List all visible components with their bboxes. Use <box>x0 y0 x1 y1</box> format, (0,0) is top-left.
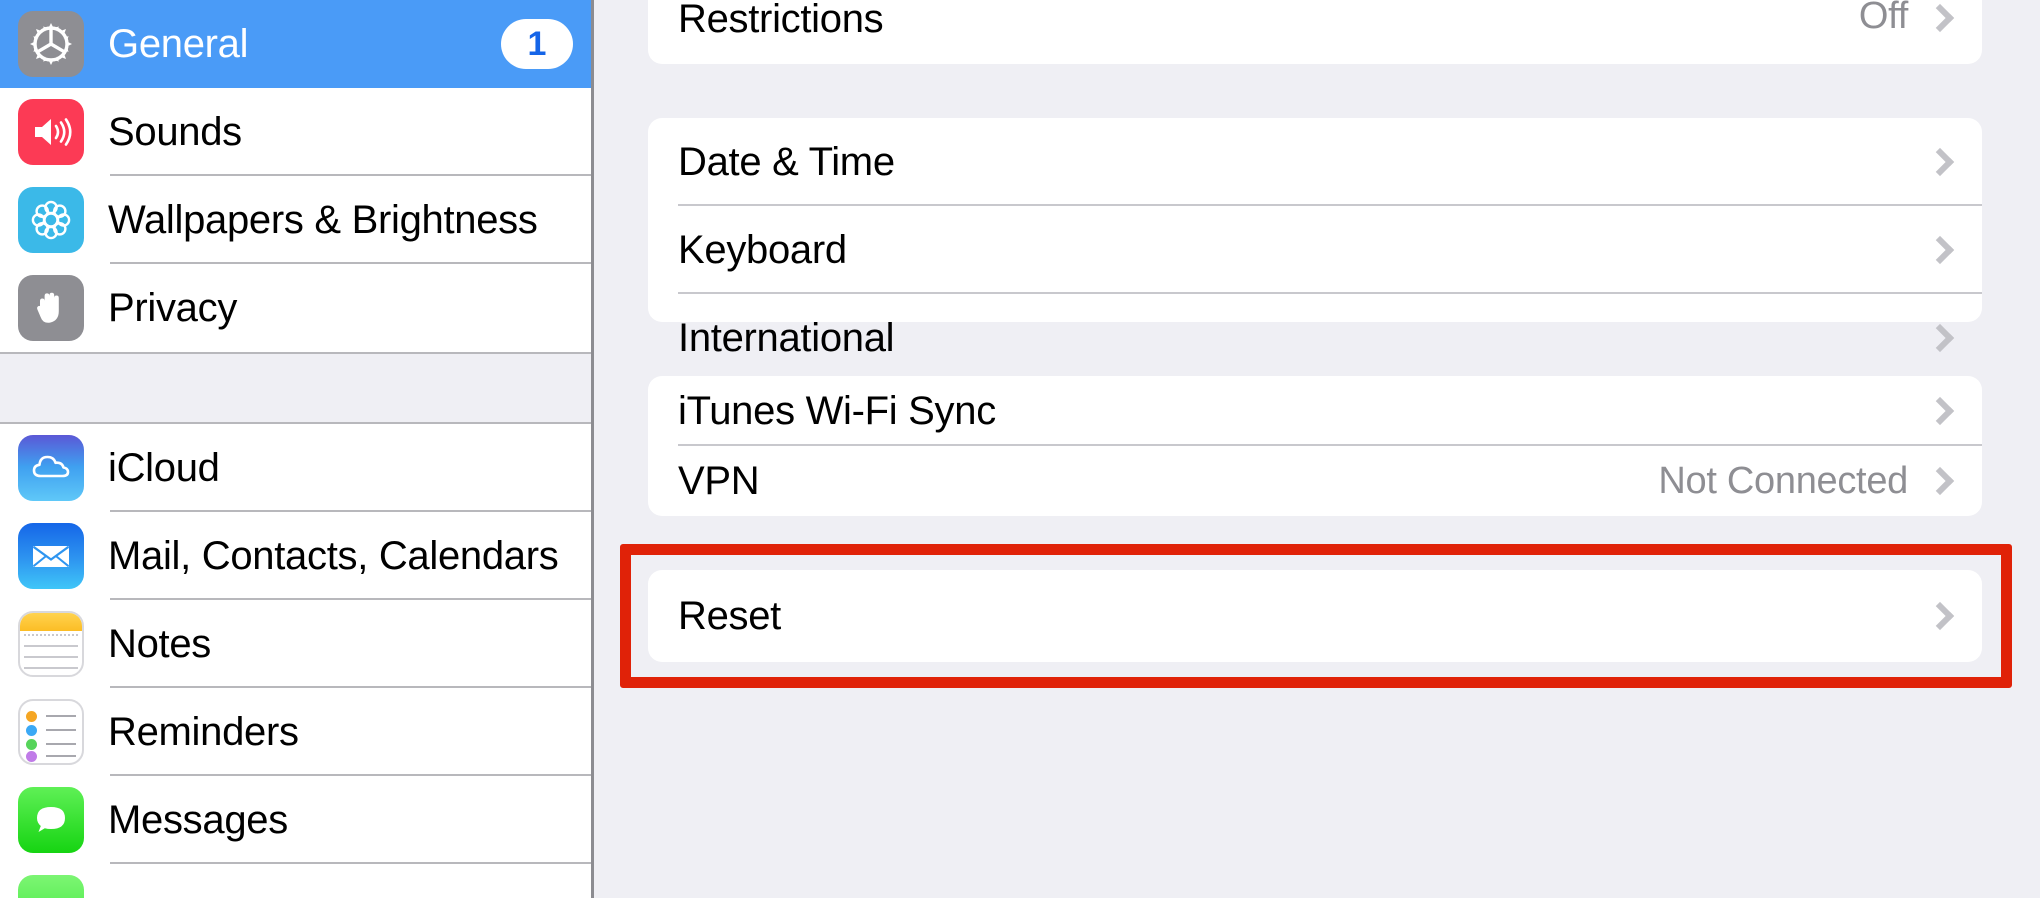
row-value: Not Connected <box>1658 459 1908 502</box>
row-accessory <box>1925 323 1955 353</box>
row-label: International <box>678 315 895 360</box>
chevron-right-icon <box>1925 147 1955 177</box>
row-label: Restrictions <box>678 0 884 41</box>
sidebar-item-label: Messages <box>108 797 288 842</box>
settings-card-datetime: Date & Time Keyboard International <box>648 118 1982 360</box>
chevron-right-icon <box>1925 235 1955 265</box>
notepad-icon <box>18 611 84 677</box>
row-label: iTunes Wi-Fi Sync <box>678 388 996 433</box>
cloud-icon <box>18 435 84 501</box>
sidebar-item-label: Sounds <box>108 109 242 154</box>
row-label: Date & Time <box>678 139 895 184</box>
settings-card-restrictions: Restrictions Off <box>648 0 1982 64</box>
sidebar-item-label: Mail, Contacts, Calendars <box>108 533 559 578</box>
sidebar-item-label: Notes <box>108 621 211 666</box>
row-label: Keyboard <box>678 227 847 272</box>
chevron-right-icon <box>1925 3 1955 33</box>
sidebar-item-label: General <box>108 21 249 66</box>
row-label: Reset <box>678 593 781 638</box>
hand-icon <box>18 275 84 341</box>
row-restrictions[interactable]: Restrictions Off <box>648 0 1982 64</box>
sidebar-item-label: Privacy <box>108 285 238 330</box>
sidebar-item-label: iCloud <box>108 445 220 490</box>
sidebar-item-icloud[interactable]: iCloud <box>0 424 591 512</box>
row-accessory: Off <box>1858 0 1955 38</box>
chevron-right-icon <box>1925 466 1955 496</box>
settings-sidebar[interactable]: General 1 Sounds Wallpapers & Brightness… <box>0 0 594 898</box>
sidebar-item-messages[interactable]: Messages <box>0 776 591 864</box>
sidebar-item-wallpapers-brightness[interactable]: Wallpapers & Brightness <box>0 176 591 264</box>
chevron-right-icon <box>1925 601 1955 631</box>
checklist-icon <box>18 699 84 765</box>
row-itunes-wifi-sync[interactable]: iTunes Wi-Fi Sync <box>648 376 1982 446</box>
sidebar-item-reminders[interactable]: Reminders <box>0 688 591 776</box>
gear-icon <box>18 11 84 77</box>
row-accessory: Not Connected <box>1658 459 1955 503</box>
sidebar-item-sounds[interactable]: Sounds <box>0 88 591 176</box>
row-accessory <box>1925 601 1955 631</box>
row-label: VPN <box>678 458 760 503</box>
sidebar-item-label: Reminders <box>108 709 299 754</box>
settings-card-sync: iTunes Wi-Fi Sync VPN Not Connected <box>648 376 1982 516</box>
row-international[interactable]: International <box>648 294 1982 382</box>
sidebar-item-privacy[interactable]: Privacy <box>0 264 591 352</box>
sidebar-item-facetime[interactable] <box>0 864 591 898</box>
general-settings-detail: Restrictions Off Date & Time Keyboard In… <box>594 0 2040 898</box>
row-reset[interactable]: Reset <box>648 570 1982 662</box>
sidebar-item-mail-contacts-calendars[interactable]: Mail, Contacts, Calendars <box>0 512 591 600</box>
speaker-icon <box>18 99 84 165</box>
chevron-right-icon <box>1925 396 1955 426</box>
settings-screen: General 1 Sounds Wallpapers & Brightness… <box>0 0 2040 898</box>
row-accessory <box>1925 235 1955 265</box>
sidebar-section-gap <box>0 352 591 424</box>
row-accessory <box>1925 396 1955 426</box>
row-value: Off <box>1858 0 1908 37</box>
facetime-icon <box>18 875 84 898</box>
sidebar-item-label: Wallpapers & Brightness <box>108 197 538 242</box>
speech-bubble-icon <box>18 787 84 853</box>
chevron-right-icon <box>1925 323 1955 353</box>
status-badge: 1 <box>501 19 573 69</box>
row-accessory <box>1925 147 1955 177</box>
row-keyboard[interactable]: Keyboard <box>648 206 1982 294</box>
settings-card-reset: Reset <box>648 570 1982 662</box>
row-vpn[interactable]: VPN Not Connected <box>648 446 1982 516</box>
sidebar-item-general[interactable]: General 1 <box>0 0 591 88</box>
envelope-icon <box>18 523 84 589</box>
row-date-time[interactable]: Date & Time <box>648 118 1982 206</box>
sidebar-item-notes[interactable]: Notes <box>0 600 591 688</box>
flower-icon <box>18 187 84 253</box>
